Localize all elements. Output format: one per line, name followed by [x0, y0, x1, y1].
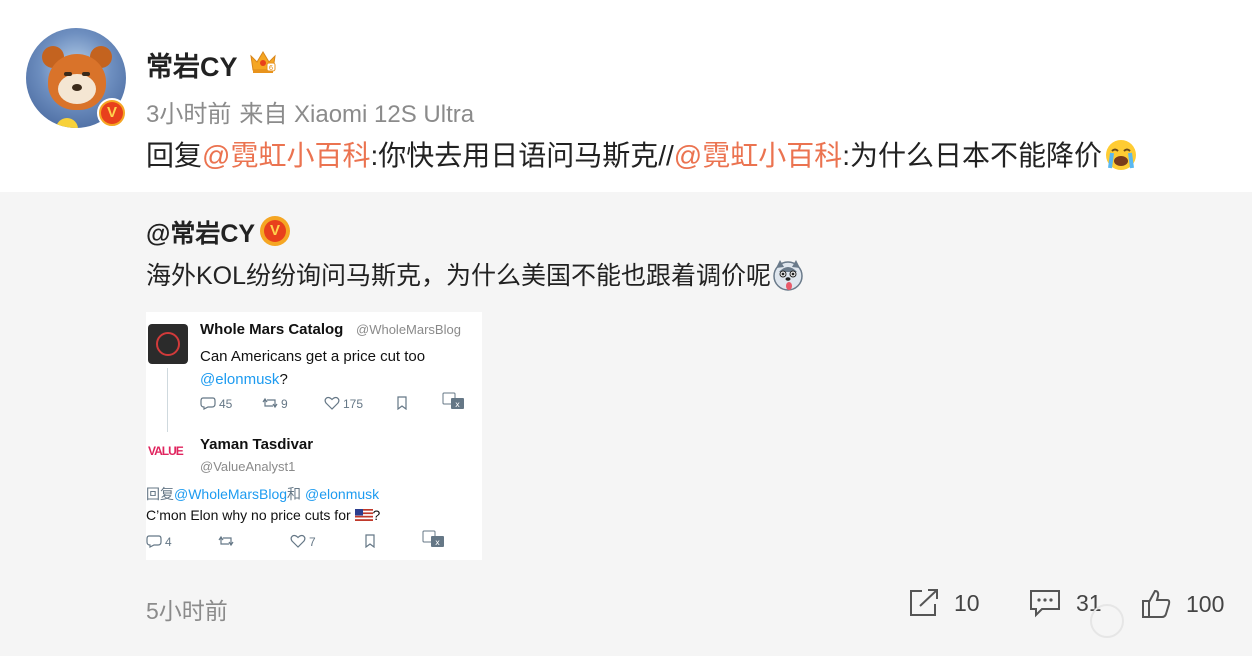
like-count: 175	[343, 397, 364, 411]
bookmark-icon	[397, 396, 407, 410]
tweet-text-end: ?	[279, 371, 288, 388]
retweet-icon	[218, 535, 234, 547]
retweet-icon	[262, 397, 278, 409]
tweet-screenshot-image[interactable]: Whole Mars Catalog @WholeMarsBlog Can Am…	[146, 312, 482, 560]
reply-icon	[200, 397, 216, 410]
tweet-author-name: Yaman Tasdivar	[200, 436, 314, 453]
mention-link[interactable]: @霓虹小百科	[202, 140, 370, 171]
reply-prefix: 回复	[146, 486, 174, 502]
retweet-count: 9	[281, 397, 288, 411]
svg-text:x: x	[455, 400, 460, 409]
like-count: 100	[1186, 590, 1225, 617]
tweet-actions: 45 9 175 x	[200, 392, 469, 411]
comment-icon	[1030, 590, 1060, 618]
reply-count: 4	[165, 535, 172, 549]
tweet-text: C’mon Elon why no price cuts for ?	[146, 507, 380, 523]
tweet-mention: @WholeMarsBlog	[174, 486, 288, 502]
lightning-icon	[56, 118, 78, 128]
verified-badge: V	[97, 98, 127, 128]
translate-icon: x	[422, 530, 444, 547]
tweet-reply-to: 回复@WholeMarsBlog和 @elonmusk	[146, 484, 379, 504]
heart-icon	[324, 396, 340, 410]
tweet-author-name: Whole Mars Catalog	[200, 321, 344, 338]
retweet-username[interactable]: @常岩CY	[146, 214, 255, 250]
tweet-mention: @elonmusk	[200, 371, 280, 388]
avatar-logo-text: VALUE	[148, 444, 184, 458]
share-button[interactable]: 10	[908, 588, 980, 618]
post-source: 来自 Xiaomi 12S Ultra	[239, 101, 475, 128]
reply-count: 45	[219, 397, 233, 411]
tweet-text-end: ?	[372, 507, 381, 523]
like-count: 7	[309, 535, 316, 549]
verified-v-icon: V	[264, 220, 286, 242]
translate-icon: x	[442, 392, 464, 409]
tweet-actions: 4 7 x	[146, 530, 449, 549]
mention-link[interactable]: @霓虹小百科	[674, 140, 842, 171]
reply-and: 和	[287, 486, 302, 502]
us-flag-icon	[354, 509, 373, 521]
post-meta: 3小时前 来自 Xiaomi 12S Ultra	[146, 94, 474, 129]
avatar-eye	[82, 72, 90, 76]
svg-text:x: x	[435, 538, 440, 547]
retweet-text: 海外KOL纷纷询问马斯克，为什么美国不能也跟着调价呢	[146, 256, 805, 292]
retweet-time: 5小时前	[146, 598, 228, 624]
thumbs-up-icon	[1142, 589, 1171, 618]
retweet-text-content: 海外KOL纷纷询问马斯克，为什么美国不能也跟着调价呢	[146, 262, 772, 290]
post-text: 回复@霓虹小百科:你快去用日语问马斯克//@霓虹小百科:为什么日本不能降价	[146, 134, 1138, 174]
like-button[interactable]: 100	[1140, 588, 1224, 620]
share-icon	[910, 589, 938, 616]
reply-icon	[146, 535, 162, 548]
tweet-author-handle: @ValueAnalyst1	[200, 459, 296, 474]
bookmark-icon	[365, 534, 375, 548]
share-count: 10	[954, 589, 980, 616]
avatar-nose	[72, 84, 82, 91]
username[interactable]: 常岩CY	[146, 45, 238, 84]
svg-text:6: 6	[269, 64, 274, 72]
tweet-text-content: C’mon Elon why no price cuts for	[146, 507, 351, 523]
heart-icon	[290, 534, 306, 548]
avatar-eye	[64, 72, 72, 76]
crying-emoji-icon	[1106, 140, 1137, 170]
watermark-logo	[1090, 604, 1124, 638]
husky-emoji-icon	[773, 260, 803, 291]
crown-icon[interactable]: 6	[248, 46, 278, 76]
tweet-text-content: Can Americans get a price cut too	[200, 348, 426, 365]
tweet-text: Can Americans get a price cut too @elonmu…	[200, 345, 470, 391]
post-text-part: :你快去用日语问马斯克//	[370, 140, 674, 171]
thread-line	[167, 368, 168, 438]
verified-badge: V	[260, 216, 290, 246]
logo-circle	[156, 332, 180, 356]
post-time: 3小时前	[146, 101, 232, 128]
reply-prefix: 回复	[146, 140, 203, 171]
tweet-author-handle: @WholeMarsBlog	[356, 322, 461, 337]
tweet-avatar: VALUE	[148, 432, 188, 472]
verified-v-icon: V	[101, 102, 123, 124]
post-text-part: :为什么日本不能降价	[842, 140, 1103, 171]
tweet-mention: @elonmusk	[305, 486, 380, 502]
tweet-avatar	[148, 324, 188, 364]
